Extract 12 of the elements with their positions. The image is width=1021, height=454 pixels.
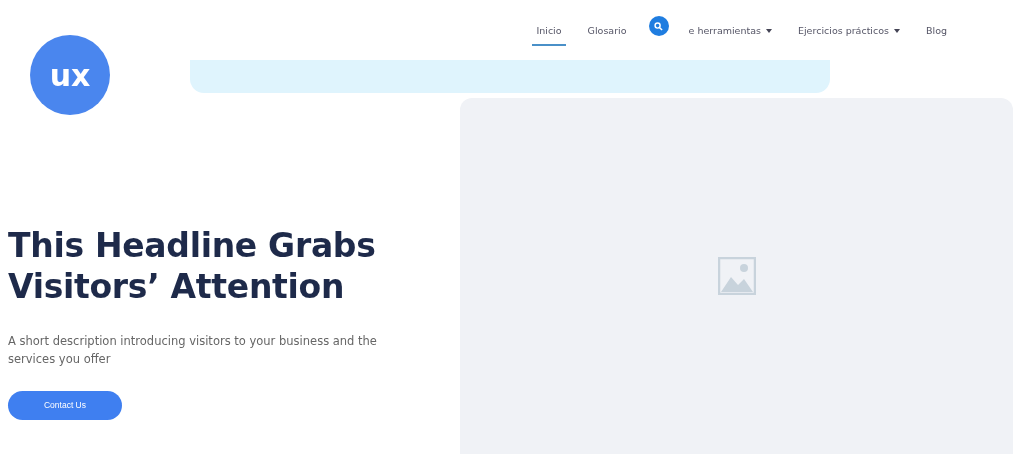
description: A short description introducing visitors to your business and the services you offer	[8, 333, 378, 368]
nav-link[interactable]: Glosario	[583, 22, 631, 46]
nav-link[interactable]: Blog	[922, 22, 951, 46]
headline: This Headline Grabs Visitors’ Attention	[8, 226, 377, 308]
nav-link[interactable]: e herramientas	[684, 22, 776, 46]
image-icon	[717, 257, 756, 295]
contact-button[interactable]: Contact Us	[8, 390, 122, 420]
nav-link[interactable]: Inicio	[532, 22, 566, 46]
logo[interactable]: ux	[30, 35, 110, 115]
search-icon	[654, 21, 663, 31]
nav-link[interactable]: Ejercicios prácticos	[793, 22, 904, 46]
search-button[interactable]	[648, 16, 669, 36]
